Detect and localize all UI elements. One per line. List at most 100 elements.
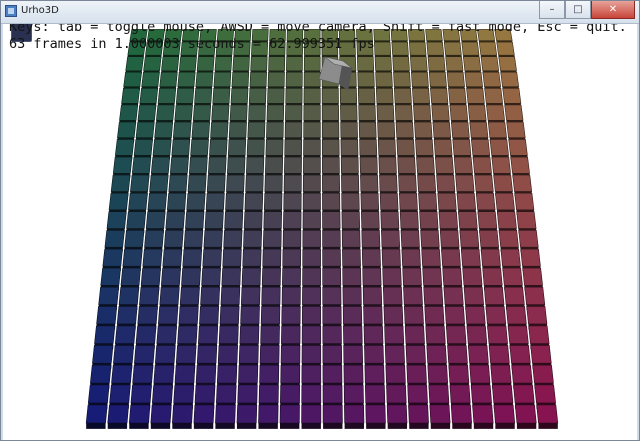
box-top (522, 267, 543, 286)
box-top (449, 384, 471, 404)
box-top (498, 229, 519, 248)
box-top (303, 88, 321, 104)
box-top (181, 267, 201, 286)
window-title: Urho3D (21, 5, 59, 16)
box-top (402, 267, 422, 286)
box-top (412, 88, 431, 104)
box-top (458, 211, 478, 229)
box-top (322, 174, 341, 192)
box-top (171, 139, 191, 156)
box-top (240, 306, 260, 325)
box-top (265, 156, 284, 174)
box-top (378, 156, 397, 174)
box-top (165, 211, 185, 229)
box-top (343, 325, 363, 344)
box-top (403, 286, 423, 305)
close-button[interactable]: ✕ (591, 1, 635, 19)
title-bar[interactable]: Urho3D – □ ✕ (1, 1, 639, 24)
box-top (381, 229, 401, 248)
box-top (385, 364, 406, 384)
box-top (85, 404, 108, 424)
box-top (449, 104, 469, 121)
box-top (244, 192, 264, 211)
box-top (399, 192, 418, 211)
box-top (456, 192, 477, 211)
box-top (285, 71, 303, 88)
box-top (163, 229, 184, 248)
box-top (415, 139, 434, 156)
box-top (120, 267, 141, 286)
box-top (284, 121, 303, 138)
box-top (266, 104, 285, 121)
window-controls: – □ ✕ (539, 1, 635, 20)
box-top (303, 104, 321, 121)
box-top (483, 286, 505, 305)
box-top (487, 325, 508, 344)
box-top (467, 345, 489, 364)
box-top (516, 211, 537, 229)
box-top (532, 364, 554, 384)
box-top (322, 192, 341, 211)
box-top (489, 139, 509, 156)
box-top (413, 104, 432, 121)
box-top (340, 121, 358, 138)
box-top (423, 286, 444, 305)
box-top (344, 404, 365, 424)
box-top (114, 139, 135, 156)
box-top (112, 156, 133, 174)
minimize-button[interactable]: – (539, 1, 565, 19)
box-top (322, 364, 343, 384)
box-top (104, 229, 125, 248)
box-top (374, 56, 392, 71)
box-top (172, 404, 194, 424)
box-top (393, 71, 411, 88)
box-top (193, 404, 215, 424)
box-top (157, 88, 177, 104)
box-top (156, 325, 177, 344)
box-top (302, 211, 321, 229)
box-top (264, 174, 283, 192)
box-top (242, 248, 262, 267)
box-top (231, 71, 250, 88)
box-top (283, 192, 302, 211)
box-top (283, 174, 302, 192)
render-viewport[interactable]: Keys: tab = toggle mouse, AWSD = move ca… (3, 24, 637, 440)
box-top (343, 384, 364, 404)
maximize-button[interactable]: □ (565, 1, 591, 19)
box-top (465, 306, 486, 325)
box-top (392, 56, 410, 71)
box-top (151, 384, 174, 404)
box-top (303, 121, 321, 138)
box-top (472, 404, 494, 424)
box-top (196, 345, 218, 364)
box-top (223, 229, 243, 248)
box-top (507, 325, 529, 344)
box-top (279, 404, 300, 424)
box-top (342, 248, 361, 267)
box-top (202, 248, 222, 267)
box-top (139, 88, 159, 104)
box-top (118, 286, 140, 305)
box-top (379, 174, 398, 192)
box-top (152, 139, 172, 156)
box-top (246, 139, 265, 156)
box-top (114, 325, 136, 344)
box-top (161, 56, 180, 71)
box-top (156, 104, 175, 121)
box-top (238, 345, 259, 364)
box-top (102, 248, 123, 267)
box-top (364, 345, 384, 364)
box-top (178, 306, 199, 325)
box-top (303, 139, 321, 156)
box-top (365, 404, 386, 424)
box-top (341, 211, 361, 229)
box-top (90, 364, 112, 384)
box-top (175, 88, 195, 104)
box-top (486, 104, 505, 121)
box-side (280, 422, 300, 429)
app-window: Urho3D – □ ✕ Keys: tab = toggle mouse, A… (0, 0, 640, 441)
box-top (360, 174, 379, 192)
box-top (230, 88, 249, 104)
box-top (117, 121, 137, 138)
box-top (406, 364, 427, 384)
